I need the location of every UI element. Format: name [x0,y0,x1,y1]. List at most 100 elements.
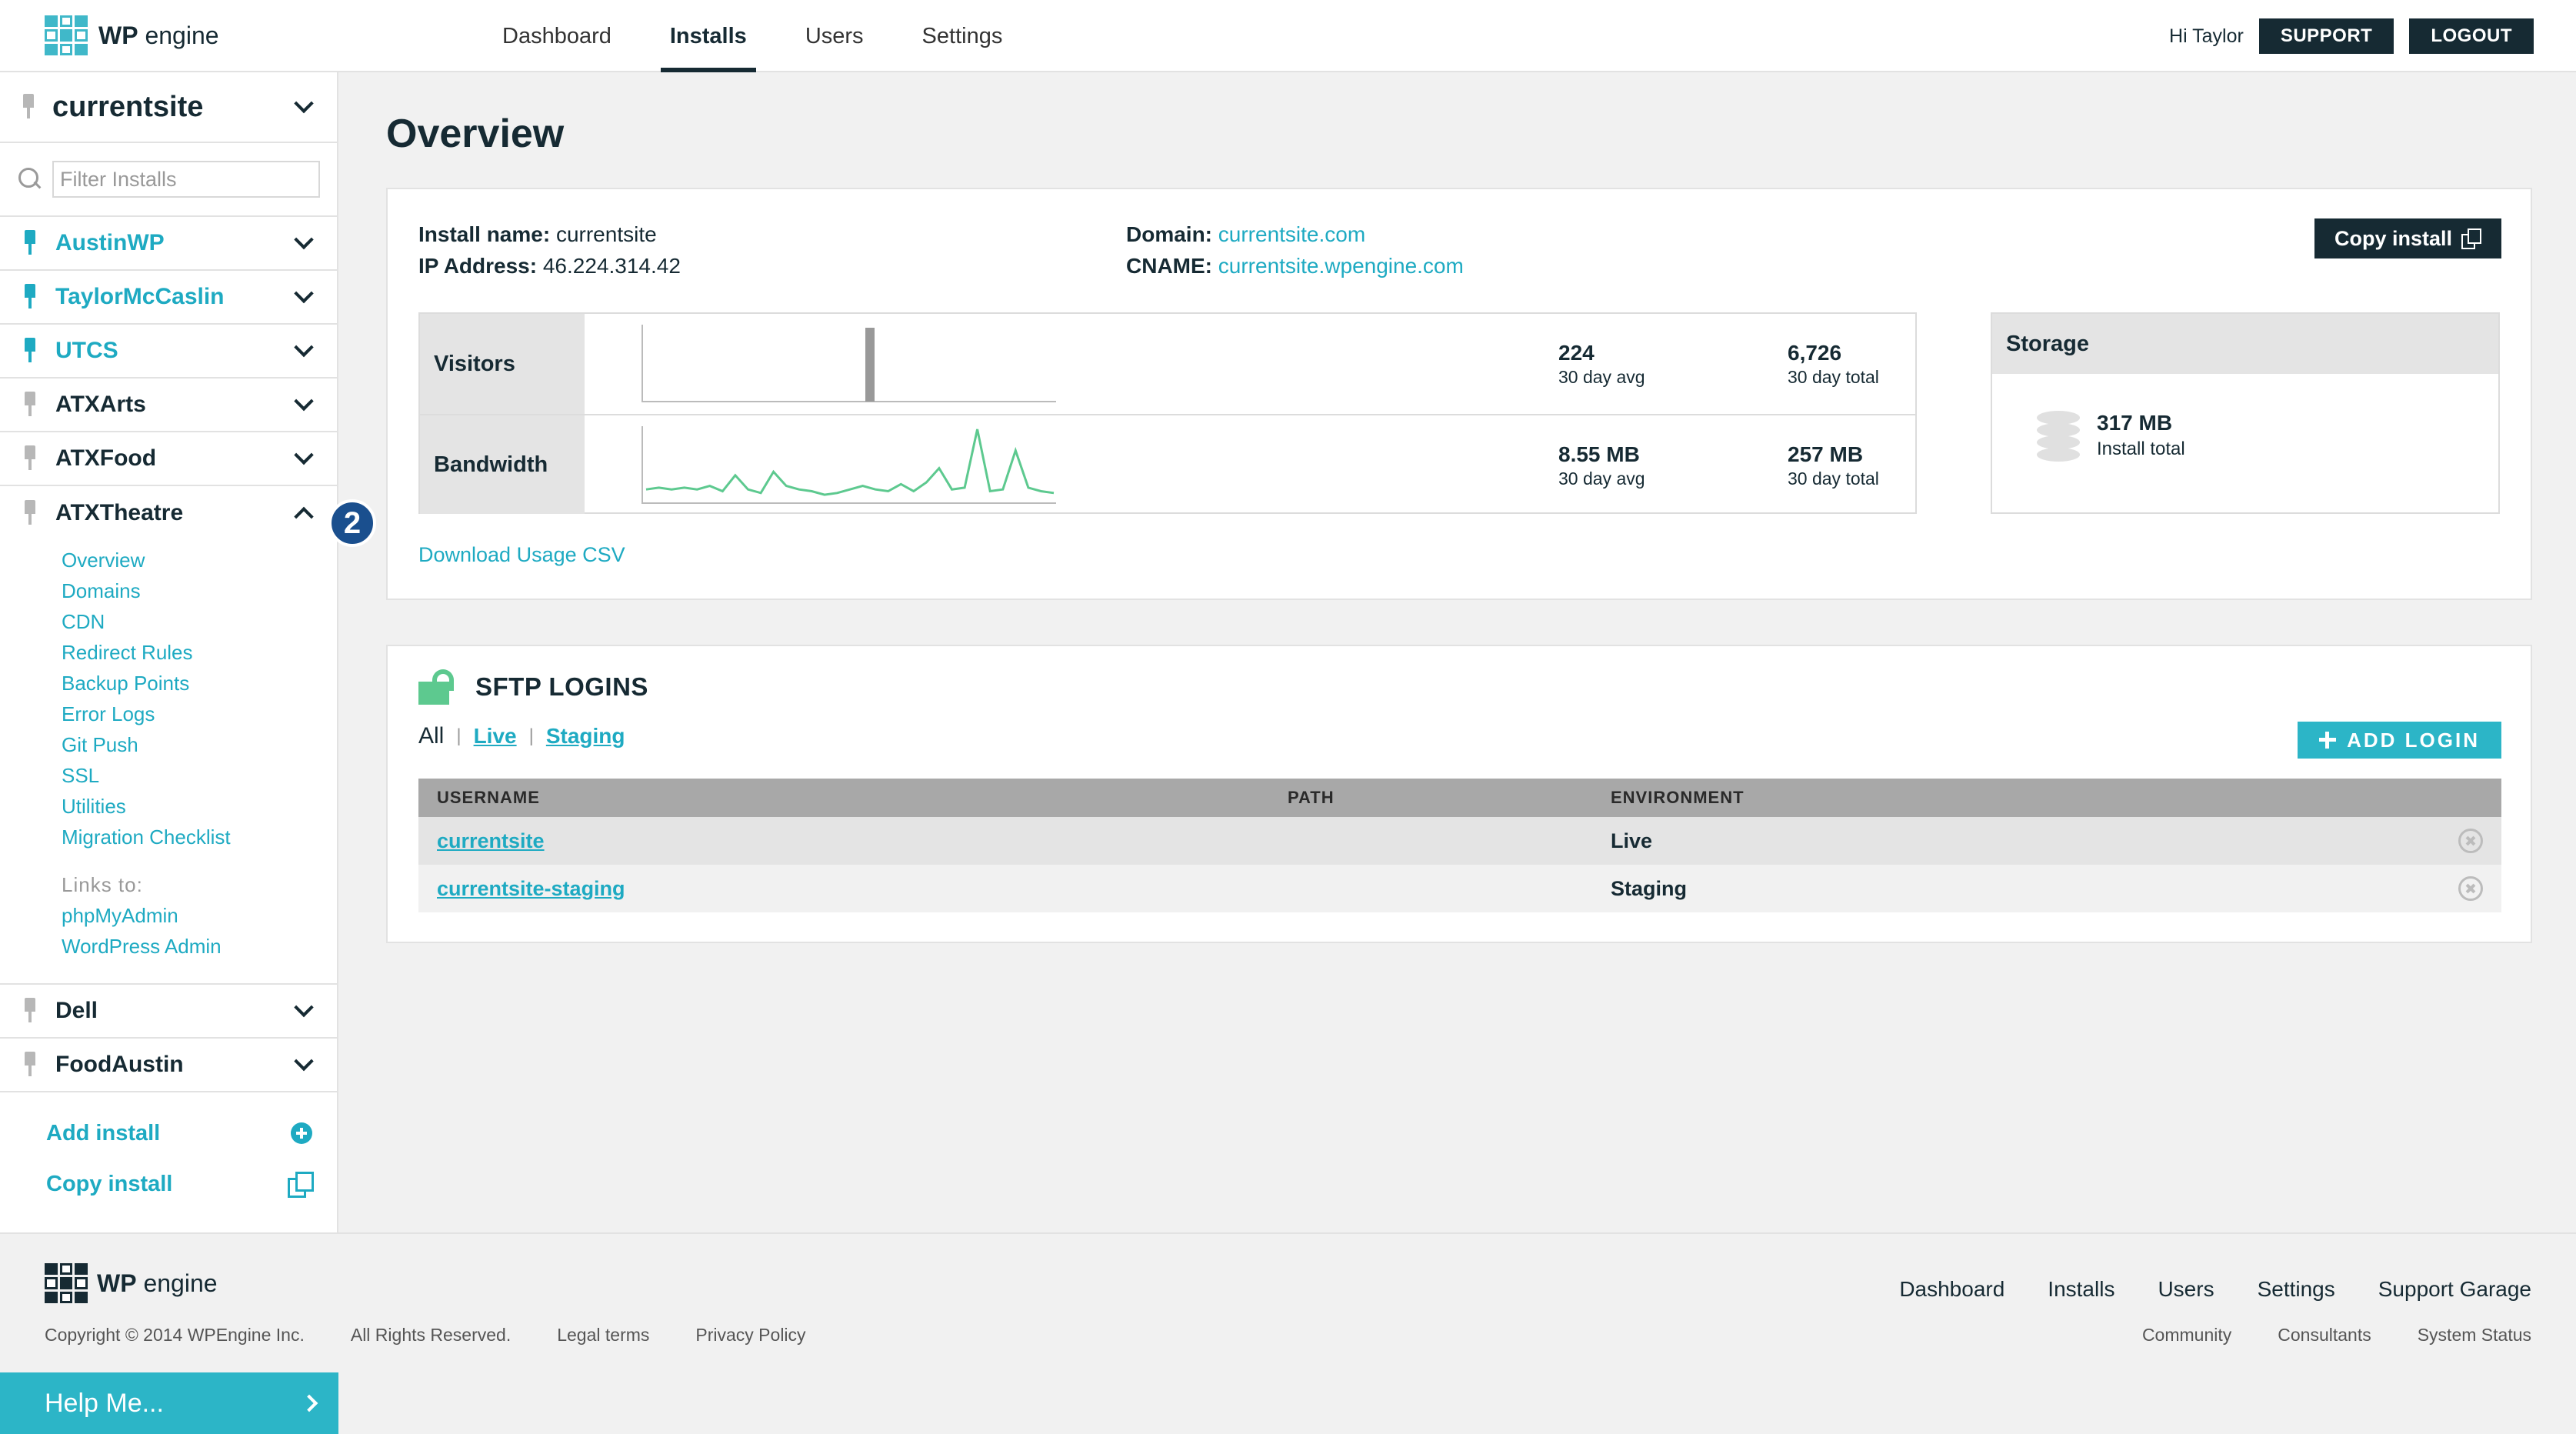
tab-dashboard[interactable]: Dashboard [473,0,641,72]
tab-installs[interactable]: Installs [641,0,776,72]
pin-icon[interactable] [23,1052,37,1078]
add-login-label: ADD LOGIN [2347,729,2480,752]
database-icon [2037,411,2080,462]
link-phpmyadmin[interactable]: phpMyAdmin [62,900,337,931]
copy-install-sidebar-button[interactable]: Copy install [0,1159,337,1209]
sidebar-item-label: ATXFood [55,445,157,471]
cname-link[interactable]: currentsite.wpengine.com [1218,254,1464,278]
sidebar-item-label: ATXArts [55,392,146,417]
pin-icon[interactable] [23,392,37,418]
submenu-backup-points[interactable]: Backup Points [62,668,337,699]
add-install-button[interactable]: Add install [0,1108,337,1159]
help-me-label: Help Me... [45,1388,164,1418]
submenu-git-push[interactable]: Git Push [62,729,337,760]
footer-link-community[interactable]: Community [2142,1325,2231,1346]
step-badge: 2 [328,499,376,547]
chevron-down-icon[interactable] [294,445,314,465]
visitors-row: Visitors 224 30 day avg 6,726 30 day total [420,314,1915,414]
footer-link-dashboard[interactable]: Dashboard [1899,1277,2004,1302]
current-site-selector[interactable]: currentsite [0,72,337,143]
sidebar-item-label: FoodAustin [55,1052,184,1077]
tab-users[interactable]: Users [776,0,893,72]
submenu-overview[interactable]: Overview [62,545,337,575]
pin-icon[interactable] [23,998,37,1024]
environment-cell: Staging [1611,876,1687,900]
sidebar-item-utcs[interactable]: UTCS [0,325,337,379]
filter-live[interactable]: Live [474,724,517,749]
sftp-table: USERNAME PATH ENVIRONMENT currentsite Li… [418,779,2501,912]
help-me-bar[interactable]: Help Me... [0,1372,338,1434]
copy-install-button[interactable]: Copy install [2314,218,2501,258]
submenu-error-logs[interactable]: Error Logs [62,699,337,729]
footer-link-support-garage[interactable]: Support Garage [2378,1277,2531,1302]
add-install-label: Add install [46,1120,161,1146]
footer-link-consultants[interactable]: Consultants [2278,1325,2371,1346]
table-header: USERNAME PATH ENVIRONMENT [418,779,2501,817]
delete-icon[interactable] [2458,876,2483,901]
cname-label: CNAME: [1126,254,1212,278]
submenu-ssl[interactable]: SSL [62,760,337,791]
pin-icon[interactable] [23,445,37,472]
domain-info: Domain: currentsite.com CNAME: currentsi… [1126,218,1464,282]
link-wordpress-admin[interactable]: WordPress Admin [62,931,337,962]
sidebar-actions: Add install Copy install [0,1092,337,1209]
sftp-header: SFTP LOGINS [418,669,648,705]
pin-icon[interactable] [23,230,37,256]
sidebar-item-atxfood[interactable]: ATXFood [0,432,337,486]
submenu-domains[interactable]: Domains [62,575,337,606]
logo-mark-icon [45,1263,88,1303]
bandwidth-avg: 8.55 MB 30 day avg [1558,442,1645,489]
sidebar-item-dell[interactable]: Dell [0,985,337,1039]
support-button[interactable]: SUPPORT [2258,18,2394,54]
pin-icon[interactable] [23,500,37,526]
username-link[interactable]: currentsite-staging [437,877,625,900]
footer-link-system-status[interactable]: System Status [2418,1325,2531,1346]
pin-icon[interactable] [23,338,37,364]
chevron-down-icon[interactable] [294,283,314,304]
chevron-down-icon[interactable] [294,229,314,250]
storage-panel: Storage 317 MB Install total [1991,312,2500,514]
filter-all[interactable]: All [418,723,444,749]
filter-staging[interactable]: Staging [546,724,625,749]
submenu-utilities[interactable]: Utilities [62,791,337,822]
submenu-migration-checklist[interactable]: Migration Checklist [62,822,337,852]
storage-title: Storage [1992,314,2498,374]
main-content: Overview Install name: currentsite IP Ad… [386,72,2532,943]
download-usage-csv-link[interactable]: Download Usage CSV [418,543,625,567]
username-link[interactable]: currentsite [437,829,545,852]
logout-button[interactable]: LOGOUT [2409,18,2534,54]
domain-link[interactable]: currentsite.com [1218,222,1365,246]
sidebar-item-atxarts[interactable]: ATXArts [0,379,337,432]
legal-terms-link[interactable]: Legal terms [557,1325,649,1346]
chevron-up-icon[interactable] [294,506,314,527]
logo-mark-icon [45,15,88,55]
visitors-chart [642,325,1056,402]
footer-logo[interactable]: WP engine [45,1263,218,1303]
filter-installs-input[interactable] [52,161,320,198]
chevron-down-icon[interactable] [294,1051,314,1072]
storage-body: 317 MB Install total [1992,374,2498,462]
submenu-redirect-rules[interactable]: Redirect Rules [62,637,337,668]
footer-link-settings[interactable]: Settings [2258,1277,2335,1302]
pin-icon[interactable] [23,284,37,310]
wpengine-logo[interactable]: WP engine [45,15,219,55]
sidebar-item-foodaustin[interactable]: FoodAustin [0,1039,337,1092]
bandwidth-label: Bandwidth [420,415,585,514]
chevron-down-icon[interactable] [294,337,314,358]
tab-settings[interactable]: Settings [893,0,1032,72]
sidebar-item-label: TaylorMcCaslin [55,284,225,309]
filter-row [0,143,337,217]
chevron-down-icon[interactable] [294,997,314,1018]
sidebar-item-taylormccaslin[interactable]: TaylorMcCaslin [0,271,337,325]
delete-icon[interactable] [2458,829,2483,853]
submenu-cdn[interactable]: CDN [62,606,337,637]
sftp-title: SFTP LOGINS [475,672,648,701]
sidebar-item-atxtheatre[interactable]: ATXTheatre [0,486,337,540]
footer-link-users[interactable]: Users [2158,1277,2214,1302]
privacy-policy-link[interactable]: Privacy Policy [695,1325,805,1346]
footer-link-installs[interactable]: Installs [2048,1277,2114,1302]
chevron-down-icon[interactable] [294,391,314,412]
sidebar-item-austinwp[interactable]: AustinWP [0,217,337,271]
add-login-button[interactable]: ADD LOGIN [2298,722,2501,759]
plus-circle-icon [291,1122,312,1144]
